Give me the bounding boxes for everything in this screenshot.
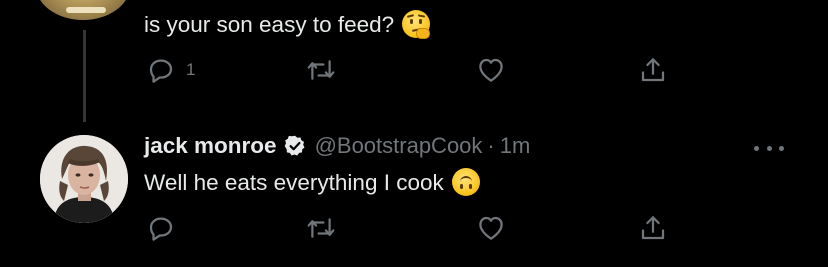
retweet-button[interactable] xyxy=(305,210,347,246)
like-icon xyxy=(479,58,503,82)
reply-tweet-text: Well he eats everything I cook xyxy=(144,170,444,195)
upside-down-face-emoji-icon xyxy=(451,168,480,196)
share-icon xyxy=(641,216,665,240)
author-name[interactable]: jack monroe xyxy=(144,133,277,159)
like-button[interactable] xyxy=(475,210,517,246)
tweet-timestamp[interactable]: 1m xyxy=(500,133,531,159)
previous-retweet-button[interactable] xyxy=(305,52,347,88)
retweet-icon xyxy=(307,218,335,238)
author-handle[interactable]: @BootstrapCook xyxy=(315,133,483,159)
header-separator: · xyxy=(487,133,495,158)
previous-share-button[interactable] xyxy=(638,52,668,88)
previous-like-button[interactable] xyxy=(475,52,517,88)
thinking-face-emoji-icon xyxy=(402,10,431,39)
share-button[interactable] xyxy=(638,210,668,246)
previous-tweet-actions: 1 xyxy=(0,52,828,88)
previous-reply-button[interactable]: 1 xyxy=(146,52,195,88)
verified-badge-icon xyxy=(283,134,307,158)
retweet-icon xyxy=(307,60,335,80)
reply-button[interactable] xyxy=(146,210,186,246)
previous-reply-count: 1 xyxy=(186,60,196,79)
previous-tweet-avatar[interactable] xyxy=(36,0,130,20)
reply-icon xyxy=(149,217,173,241)
reply-tweet-body: Well he eats everything I cook xyxy=(144,168,480,197)
more-options-icon[interactable] xyxy=(752,138,786,158)
previous-tweet-text: is your son easy to feed? xyxy=(144,12,395,37)
reply-icon xyxy=(149,59,173,83)
like-icon xyxy=(479,216,503,240)
reply-tweet-actions xyxy=(0,210,828,246)
previous-tweet-body: is your son easy to feed? xyxy=(144,10,431,39)
share-icon xyxy=(641,58,665,82)
reply-tweet-header: jack monroe @BootstrapCook · 1m xyxy=(144,131,530,161)
